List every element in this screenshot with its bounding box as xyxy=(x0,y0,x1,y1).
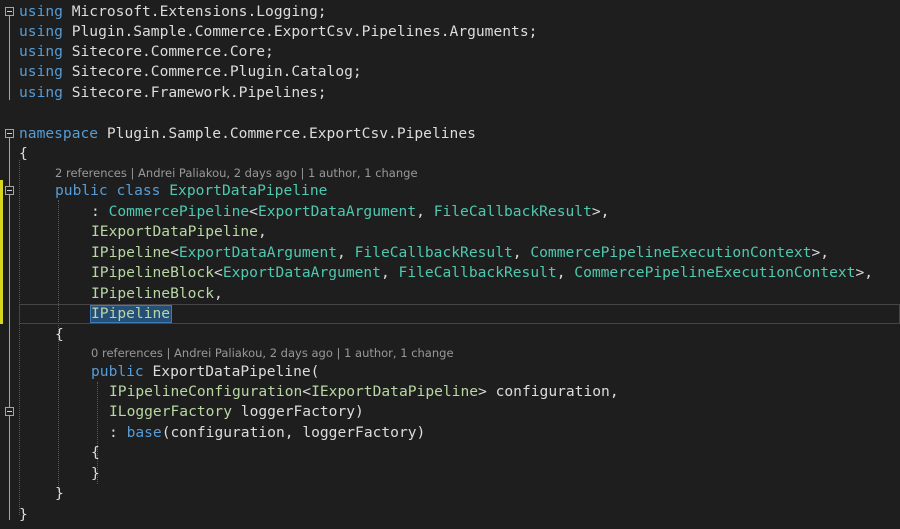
base-arguments: (configuration, loggerFactory) xyxy=(161,424,426,441)
base-call-line: : base(configuration, loggerFactory) xyxy=(0,423,900,443)
using-line: using Microsoft.Extensions.Logging; xyxy=(0,2,900,22)
interface-type: IPipelineBlock xyxy=(91,285,215,302)
interface-type: IExportDataPipeline xyxy=(91,223,258,240)
using-line: using Sitecore.Commerce.Plugin.Catalog; xyxy=(0,62,900,82)
separator: , xyxy=(556,264,575,281)
code-editor[interactable]: using Microsoft.Extensions.Logging; usin… xyxy=(0,0,900,529)
parameter-type: ILoggerFactory xyxy=(109,403,233,420)
using-line: using Sitecore.Framework.Pipelines; xyxy=(0,83,900,103)
using-namespace: Plugin.Sample.Commerce.ExportCsv.Pipelin… xyxy=(71,23,538,40)
base-type-line: IPipelineBlock, xyxy=(0,284,900,304)
constructor-codelens[interactable]: 0 references | Andrei Paliakou, 2 days a… xyxy=(91,344,454,362)
type-argument: ExportDataArgument xyxy=(178,244,338,261)
open-brace: { xyxy=(91,444,100,461)
close-brace: } xyxy=(55,485,64,502)
type-argument: FileCallbackResult xyxy=(354,244,513,261)
namespace-line: namespace Plugin.Sample.Commerce.ExportC… xyxy=(0,124,900,144)
base-type-line: : CommercePipeline<ExportDataArgument, F… xyxy=(0,202,900,222)
using-keyword: using xyxy=(19,63,63,80)
using-keyword: using xyxy=(19,43,63,60)
class-declaration-line: public class ExportDataPipeline xyxy=(0,181,900,201)
class-name: ExportDataPipeline xyxy=(169,182,328,199)
using-line: using Sitecore.Commerce.Core; xyxy=(0,42,900,62)
parameter-name: loggerFactory) xyxy=(232,403,364,420)
selected-interface-type[interactable]: IPipeline xyxy=(91,305,170,322)
public-keyword: public xyxy=(91,363,144,380)
public-keyword: public xyxy=(55,182,108,199)
generic-open: < xyxy=(302,383,312,400)
type-argument: ExportDataArgument xyxy=(222,264,381,281)
class-keyword: class xyxy=(116,182,161,199)
using-namespace: Sitecore.Commerce.Plugin.Catalog; xyxy=(71,63,362,80)
open-brace: { xyxy=(19,145,28,162)
brace-line: { xyxy=(0,325,900,345)
using-keyword: using xyxy=(19,3,63,20)
generic-close: >, xyxy=(591,203,610,220)
brace-line: { xyxy=(0,144,900,164)
parameter-line: ILoggerFactory loggerFactory) xyxy=(0,402,900,422)
type-argument: FileCallbackResult xyxy=(433,203,592,220)
separator: , xyxy=(214,285,223,302)
colon: : xyxy=(109,424,127,441)
colon: : xyxy=(91,203,109,220)
type-argument: CommercePipelineExecutionContext xyxy=(574,264,856,281)
generic-close: >, xyxy=(811,244,830,261)
using-keyword: using xyxy=(19,84,63,101)
parameter-name: > configuration, xyxy=(478,383,619,400)
open-brace: { xyxy=(55,326,64,343)
using-namespace: Sitecore.Framework.Pipelines; xyxy=(71,84,327,101)
base-type-line[interactable]: IPipeline xyxy=(0,304,900,324)
separator: , xyxy=(337,244,355,261)
class-codelens[interactable]: 2 references | Andrei Paliakou, 2 days a… xyxy=(55,164,418,182)
using-namespace: Microsoft.Extensions.Logging; xyxy=(71,3,327,20)
constructor-name: ExportDataPipeline xyxy=(152,363,311,380)
parameter-line: IPipelineConfiguration<IExportDataPipeli… xyxy=(0,382,900,402)
namespace-keyword: namespace xyxy=(19,125,99,142)
interface-type: IPipeline xyxy=(91,244,171,261)
using-keyword: using xyxy=(19,23,63,40)
brace-line: } xyxy=(0,484,900,504)
generic-open: < xyxy=(249,203,258,220)
type-argument: CommercePipelineExecutionContext xyxy=(530,244,812,261)
type-argument: ExportDataArgument xyxy=(257,203,417,220)
open-paren: ( xyxy=(310,363,320,380)
namespace-name: Plugin.Sample.Commerce.ExportCsv.Pipelin… xyxy=(106,125,476,142)
separator: , xyxy=(512,244,531,261)
type-argument: IExportDataPipeline xyxy=(311,383,479,400)
brace-line: { xyxy=(0,443,900,463)
separator: , xyxy=(380,264,399,281)
base-type-line: IPipelineBlock<ExportDataArgument, FileC… xyxy=(0,263,900,283)
base-type: CommercePipeline xyxy=(108,203,250,220)
generic-open: < xyxy=(170,244,179,261)
base-keyword: base xyxy=(126,424,162,441)
separator: , xyxy=(257,223,267,240)
separator: , xyxy=(416,203,434,220)
generic-close: >, xyxy=(855,264,874,281)
close-brace: } xyxy=(19,506,28,523)
constructor-line: public ExportDataPipeline( xyxy=(0,362,900,382)
close-brace: } xyxy=(91,465,100,482)
brace-line: } xyxy=(0,505,900,525)
parameter-type: IPipelineConfiguration xyxy=(109,383,303,400)
base-type-line: IExportDataPipeline, xyxy=(0,222,900,242)
using-line: using Plugin.Sample.Commerce.ExportCsv.P… xyxy=(0,22,900,42)
generic-open: < xyxy=(214,264,223,281)
interface-type: IPipelineBlock xyxy=(91,264,215,281)
type-argument: FileCallbackResult xyxy=(398,264,557,281)
brace-line: } xyxy=(0,464,900,484)
base-type-line: IPipeline<ExportDataArgument, FileCallba… xyxy=(0,243,900,263)
using-namespace: Sitecore.Commerce.Core; xyxy=(71,43,274,60)
